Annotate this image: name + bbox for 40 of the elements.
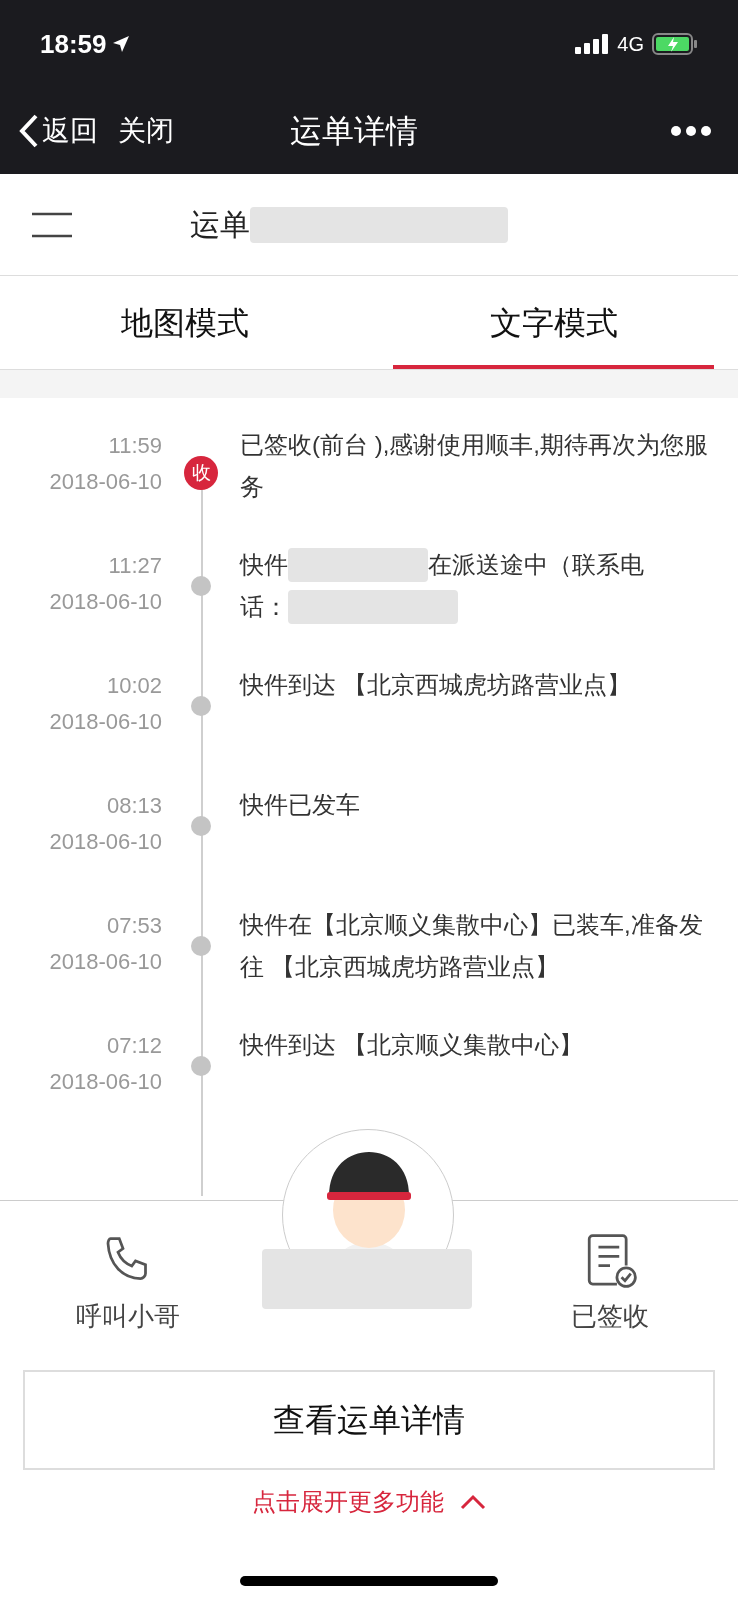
clock-time: 18:59 — [40, 27, 107, 61]
mode-tab[interactable]: 地图模式 — [24, 276, 345, 369]
event-description: 快件到达 【北京顺义集散中心】 — [240, 1031, 583, 1058]
waybill-label: 运单 — [190, 207, 250, 243]
event-time: 10:02 — [106, 672, 162, 700]
battery-charging-icon — [652, 33, 698, 55]
more-dots-icon — [670, 125, 712, 137]
event-date: 2018-06-10 — [49, 588, 162, 616]
event-description: 快件在【北京顺义集散中心】已装车,准备发往 【北京西城虎坊路营业点】 — [240, 911, 703, 980]
back-button[interactable]: 返回 — [18, 110, 98, 152]
action-button[interactable]: 呼叫小哥 — [68, 1231, 188, 1336]
event-description: 快件 — [240, 550, 288, 580]
event-time: 08:13 — [106, 792, 162, 820]
event-description: 话： — [240, 592, 288, 622]
event-time: 11:59 — [108, 432, 162, 460]
chevron-up-icon — [460, 1494, 486, 1510]
page-title: 运单详情 — [290, 112, 418, 151]
event-date: 2018-06-10 — [49, 1068, 162, 1096]
event-description: 在派送途中（联系电 — [428, 550, 644, 580]
close-button[interactable]: 关闭 — [118, 110, 174, 152]
waybill-detail-button[interactable]: 查看运单详情 — [23, 1370, 715, 1470]
menu-icon — [32, 211, 72, 238]
action-button[interactable]: 已签收 — [550, 1231, 670, 1336]
more-button[interactable] — [670, 125, 712, 137]
network-label: 4G — [617, 32, 644, 57]
menu-button[interactable] — [32, 211, 72, 238]
chevron-left-icon — [18, 113, 40, 149]
event-date: 2018-06-10 — [49, 708, 162, 736]
event-date: 2018-06-10 — [49, 948, 162, 976]
event-date: 2018-06-10 — [49, 828, 162, 856]
event-description: 快件到达 【北京西城虎坊路营业点】 — [240, 671, 631, 698]
event-date: 2018-06-10 — [49, 468, 162, 496]
event-time: 07:12 — [106, 1032, 162, 1060]
signal-icon — [575, 34, 610, 54]
event-time: 07:53 — [106, 912, 162, 940]
event-description: 快件已发车 — [240, 791, 360, 818]
expand-more-link[interactable]: 点击展开更多功能 — [252, 1484, 486, 1520]
signed-badge: 收 — [184, 456, 218, 490]
event-description: 已签收(前台 ),感谢使用顺丰,期待再次为您服务 — [240, 431, 708, 500]
event-time: 11:27 — [108, 552, 162, 580]
